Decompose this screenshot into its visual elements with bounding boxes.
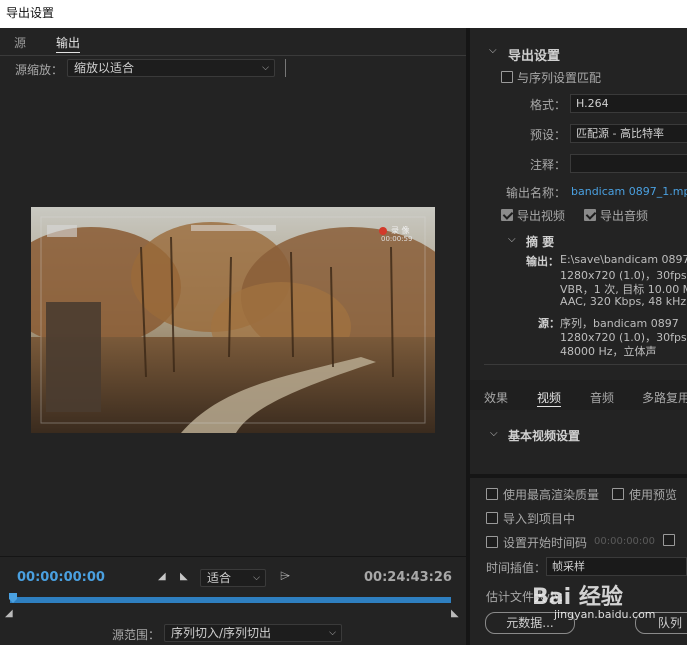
summary-output-line: E:\save\bandicam 0897_ [560,253,687,266]
tab-source[interactable]: 源 [14,34,26,51]
chevron-down-icon[interactable]: ⌵ [508,234,516,245]
format-select[interactable]: H.264 [570,94,687,113]
out-point-marker[interactable]: ◣ [451,608,459,619]
section-divider [484,364,687,365]
chevron-down-icon: ⌵ [329,628,336,638]
max-render-quality-checkbox[interactable] [486,488,498,500]
set-start-timecode-label: 设置开始时间码 [503,536,588,550]
baidu-watermark: Bai 经验 [532,585,623,610]
aspect-ratio-icon[interactable]: ⌲ [280,569,290,584]
output-name-link[interactable]: bandicam 0897_1.mp4 [571,185,687,198]
export-settings-title: 导出设置 [508,49,561,64]
video-preview: 录 像 00:00:59 [31,207,435,433]
forest-scene-image [31,207,435,433]
tab-effects[interactable]: 效果 [484,389,508,406]
chevron-down-icon: ⌵ [253,573,260,583]
source-scale-value: 缩放以适合 [74,61,135,75]
format-value: H.264 [576,97,609,110]
max-render-quality-label: 使用最高渲染质量 [503,488,600,502]
match-sequence-checkbox[interactable] [501,71,513,83]
watermark-url: jingyan.baidu.com [554,608,656,621]
time-interpolation-value: 帧采样 [552,560,585,573]
tab-audio[interactable]: 音频 [590,389,614,406]
recording-time: 00:00:59 [381,235,413,243]
summary-title: 摘 要 [526,235,555,249]
use-preview-checkbox[interactable] [612,488,624,500]
source-range-value: 序列切入/序列切出 [171,626,272,640]
source-scale-select[interactable]: 缩放以适合 ⌵ [67,59,275,77]
summary-output-line: AAC, 320 Kbps, 48 kHz, [560,295,687,308]
set-out-point-icon[interactable]: ◣ [180,571,188,582]
import-into-project-checkbox[interactable] [486,512,498,524]
tab-output[interactable]: 输出 [56,34,81,53]
comment-input[interactable] [570,154,687,173]
tab-video[interactable]: 视频 [537,389,562,407]
summary-source-line: 48000 Hz，立体声 [560,345,657,358]
window-titlebar: 导出设置 [0,0,687,28]
output-name-label: 输出名称： [506,186,567,200]
preset-value: 匹配源 - 高比特率 [576,127,664,140]
render-alpha-checkbox[interactable] [663,534,675,546]
export-audio-checkbox[interactable] [584,209,596,221]
basic-video-settings-title: 基本视频设置 [508,429,581,443]
tab-divider [0,55,466,56]
import-into-project-label: 导入到项目中 [503,512,576,526]
zoom-select[interactable]: 适合 ⌵ [200,569,266,587]
use-preview-label: 使用预览 [629,488,678,502]
preset-select[interactable]: 匹配源 - 高比特率 [570,124,687,143]
chevron-down-icon[interactable]: ⌵ [489,45,497,56]
in-point-marker[interactable]: ◢ [5,608,13,619]
chevron-down-icon[interactable]: ⌵ [490,428,498,439]
preset-label: 预设： [530,128,567,142]
source-scale-label: 源缩放： [15,63,64,77]
current-timecode[interactable]: 00:00:00:00 [17,570,105,585]
comment-label: 注释： [530,158,567,172]
zoom-value: 适合 [207,571,232,585]
source-range-select[interactable]: 序列切入/序列切出 ⌵ [164,624,342,642]
end-timecode: 00:24:43:26 [364,570,452,585]
set-in-point-icon[interactable]: ◢ [158,571,166,582]
window-title: 导出设置 [6,6,55,20]
source-range-label: 源范围： [112,628,161,642]
timeline-track[interactable] [10,597,451,603]
time-interpolation-select[interactable]: 帧采样 [546,557,687,576]
export-video-label: 导出视频 [517,209,566,223]
time-interpolation-label: 时间插值： [486,561,547,575]
summary-source-label: 源： [538,317,560,330]
timeline-controls: 00:00:00:00 ◢ ◣ 适合 ⌵ ⌲ 00:24:43:26 ◢ ◣ 源… [0,556,466,645]
match-sequence-label: 与序列设置匹配 [517,71,602,85]
set-start-timecode-checkbox[interactable] [486,536,498,548]
tab-multiplexer[interactable]: 多路复用 [642,389,687,406]
start-timecode-value[interactable]: 00:00:00:00 [594,536,655,547]
export-options: 使用最高渲染质量 使用预览 导入到项目中 设置开始时间码 00:00:00:00… [470,478,687,645]
format-label: 格式： [530,98,567,112]
export-audio-label: 导出音频 [600,209,649,223]
export-video-checkbox[interactable] [501,209,513,221]
crop-divider [285,59,286,77]
chevron-down-icon: ⌵ [262,63,269,73]
summary-output-label: 输出： [526,255,559,268]
